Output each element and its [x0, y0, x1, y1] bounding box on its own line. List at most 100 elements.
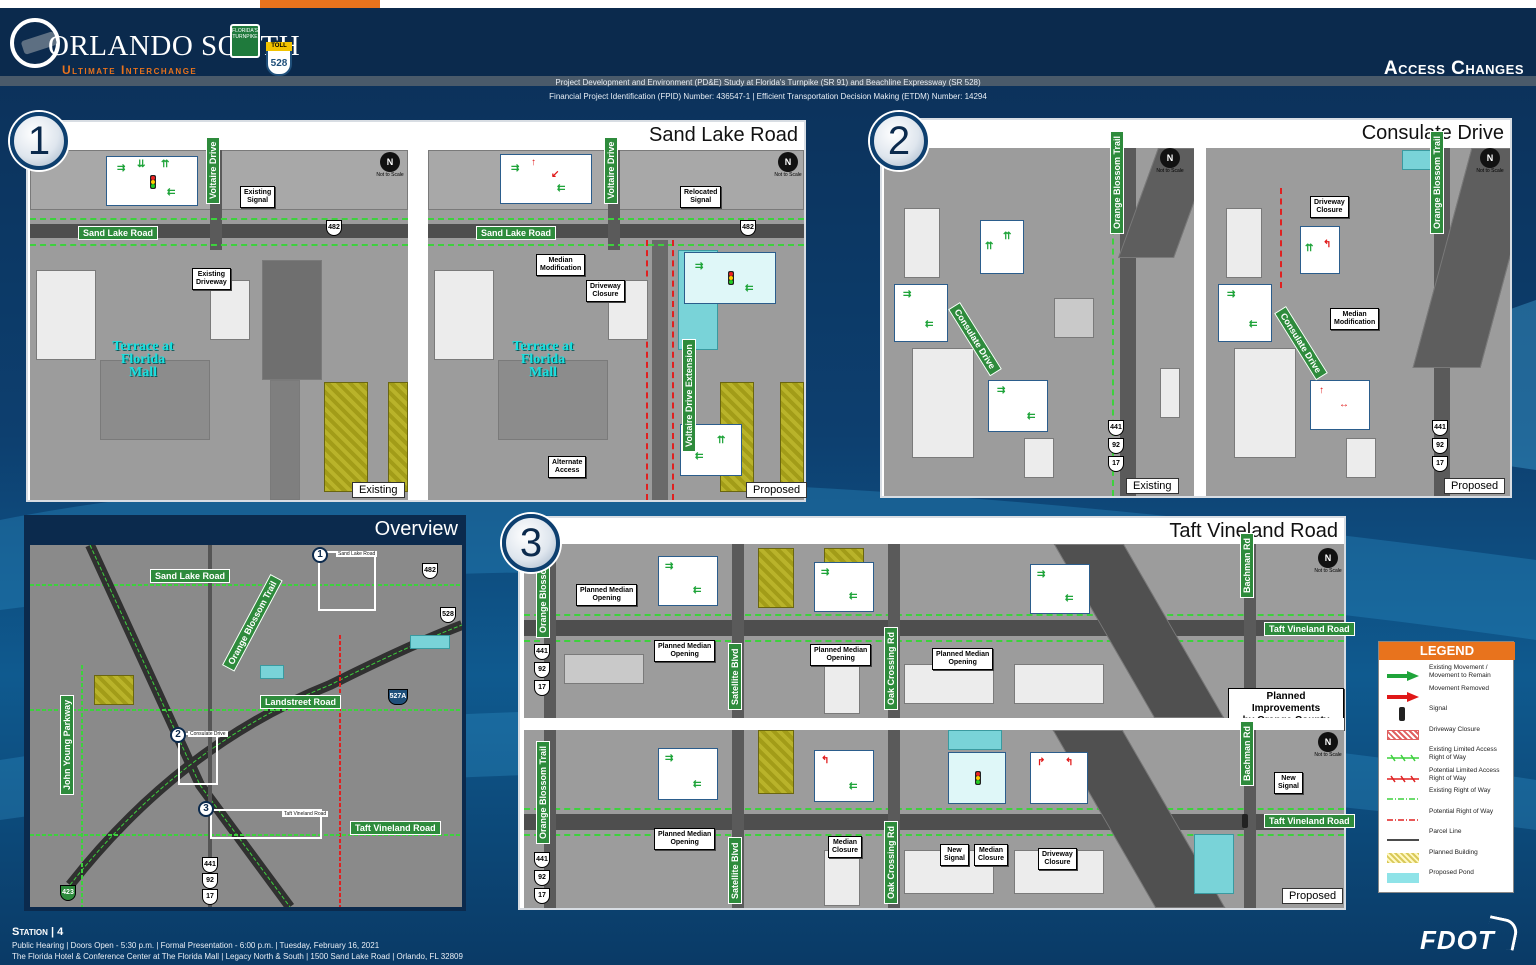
- legend-symbol-icon: [1387, 791, 1419, 801]
- potential-row-line: [672, 240, 674, 500]
- overview-title: Overview: [374, 518, 458, 540]
- overview-taft-label: Taft Vineland Road: [350, 821, 441, 835]
- sr482-shield: 482: [740, 220, 756, 236]
- signal-icon: [728, 271, 734, 285]
- driveway-closure-callout: Driveway Closure: [1310, 196, 1349, 218]
- arrow-icon: ⇇: [1065, 593, 1074, 604]
- arrow-icon: ⇉: [665, 753, 674, 764]
- proposed-tag: Proposed: [1444, 478, 1506, 494]
- planned-median-opening-callout: Planned Median Opening: [654, 640, 716, 662]
- planned-median-opening-callout: Planned Median Opening: [576, 584, 638, 606]
- arrow-icon: ⇊: [137, 159, 146, 170]
- mall-label: Terrace at Florida Mall: [512, 339, 574, 380]
- overview-area-1-box[interactable]: [318, 551, 376, 611]
- arrow-icon: ⇉: [665, 561, 674, 572]
- overview-area-1-marker[interactable]: 1: [312, 547, 328, 563]
- legend-symbol-icon: [1387, 729, 1419, 740]
- station-label: Station | 4: [12, 926, 64, 938]
- us92-shield: 92: [1432, 438, 1448, 454]
- building: [912, 348, 974, 458]
- panel-consulate-drive: Consulate Drive ⇈ ⇈ ⇉ ⇇ ⇉ ⇇ Consulate Dr…: [880, 118, 1512, 498]
- north-arrow-icon: N Not to Scale: [376, 152, 404, 178]
- legend-label: Signal: [1429, 705, 1448, 712]
- overview-area-3-marker[interactable]: 3: [198, 801, 214, 817]
- consulate-inset-proposed-3: ↑ ↔: [1310, 380, 1370, 430]
- legend: LEGEND Existing Movement / Movement to R…: [1378, 641, 1515, 893]
- legend-symbol-icon: [1387, 873, 1419, 883]
- north-arrow-icon: N Not to Scale: [1314, 732, 1342, 758]
- arrow-icon: ⇇: [695, 451, 704, 462]
- taft-top-inset-2: ⇉ ⇇: [814, 562, 874, 612]
- top-bar: [0, 0, 1536, 8]
- voltaire-drive-label: Voltaire Drive: [206, 136, 220, 204]
- footer-line-1: Public Hearing | Doors Open - 5:30 p.m. …: [12, 941, 380, 950]
- north-arrow-icon: N Not to Scale: [1156, 148, 1184, 174]
- obt-label: Orange Blossom Trail: [536, 740, 550, 844]
- arrow-icon: ⇈: [1003, 231, 1012, 242]
- planned-building: [324, 382, 368, 492]
- removed-arrow-icon: ↰: [1065, 757, 1074, 768]
- brand-title: ORLANDO SOUTH: [48, 30, 301, 62]
- study-line-1: Project Development and Environment (PD&…: [555, 78, 981, 87]
- overview-area-2-marker[interactable]: 2: [170, 727, 186, 743]
- consulate-inset-existing-1: ⇈ ⇈: [980, 220, 1024, 274]
- us441-shield: 441: [534, 644, 550, 660]
- arrow-icon: ⇇: [1027, 411, 1036, 422]
- taft-vineland-label: Taft Vineland Road: [1264, 814, 1355, 828]
- panel-1-badge: 1: [10, 112, 68, 170]
- north-arrow-icon: N Not to Scale: [774, 152, 802, 178]
- legend-symbol-icon: [1387, 832, 1419, 842]
- arrow-icon: ⇇: [1249, 319, 1258, 330]
- oak-crossing-label: Oak Crossing Rd: [884, 626, 898, 710]
- removed-arrow-icon: ↙: [551, 169, 560, 180]
- median-modification-callout: Median Modification: [1330, 308, 1380, 330]
- us17-shield: 17: [534, 888, 550, 904]
- satellite-blvd-label: Satellite Blvd: [728, 837, 742, 904]
- sr527a-shield: 527A: [388, 689, 408, 705]
- new-signal-callout: New Signal: [940, 844, 970, 866]
- legend-item: Parcel Line: [1379, 828, 1515, 846]
- existing-tag: Existing: [352, 482, 405, 498]
- orange-blossom-trail-label: Orange Blossom Trail: [1110, 130, 1124, 234]
- median-closure-callout: Median Closure: [974, 844, 1009, 866]
- proposed-tag: Proposed: [1282, 888, 1344, 904]
- row-line: [30, 244, 408, 246]
- driveway-closure-callout: Driveway Closure: [1038, 848, 1077, 870]
- building: [1234, 348, 1296, 458]
- arrow-icon: ⇇: [925, 319, 934, 330]
- arrow-icon: ⇉: [1227, 289, 1236, 300]
- taft-vineland-label: Taft Vineland Road: [1264, 622, 1355, 636]
- building: [1346, 438, 1376, 478]
- overview-area-2-box[interactable]: [178, 733, 218, 785]
- arrow-icon: ⇇: [557, 183, 566, 194]
- building: [1160, 368, 1180, 418]
- taft-top-map: [524, 544, 1344, 718]
- arrow-icon: ⇇: [693, 585, 702, 596]
- building: [1226, 208, 1262, 278]
- row-line: [524, 614, 1344, 616]
- us441-shield: 441: [534, 852, 550, 868]
- sr528-shield-icon: TOLL 528: [266, 42, 292, 76]
- legend-label: Proposed Pond: [1429, 869, 1474, 876]
- building: [904, 664, 994, 704]
- median-closure-callout: Median Closure: [828, 836, 863, 858]
- legend-item: Movement Removed: [1379, 685, 1515, 703]
- arrow-icon: ⇈: [717, 435, 726, 446]
- signal-icon: [1242, 814, 1248, 828]
- consulate-inset-existing-2: ⇉ ⇇: [894, 284, 948, 342]
- legend-label: Planned Building: [1429, 848, 1478, 856]
- taft-vineland-road-line: [524, 814, 1344, 830]
- row-line: [524, 808, 1344, 810]
- building: [564, 654, 644, 684]
- row-line: [524, 640, 1344, 642]
- arrow-icon: ⇈: [1305, 243, 1314, 254]
- arrow-icon: ⇇: [167, 187, 176, 198]
- arrow-icon: ⇉: [695, 261, 704, 272]
- top-bar-accent: [260, 0, 380, 8]
- north-arrow-icon: N Not to Scale: [1476, 148, 1504, 174]
- arrow-icon: ⇇: [693, 779, 702, 790]
- map-divider: [524, 718, 1344, 730]
- arrow-icon: ⇇: [745, 283, 754, 294]
- us92-shield: 92: [1108, 438, 1124, 454]
- florida-outline-icon: [1484, 915, 1520, 951]
